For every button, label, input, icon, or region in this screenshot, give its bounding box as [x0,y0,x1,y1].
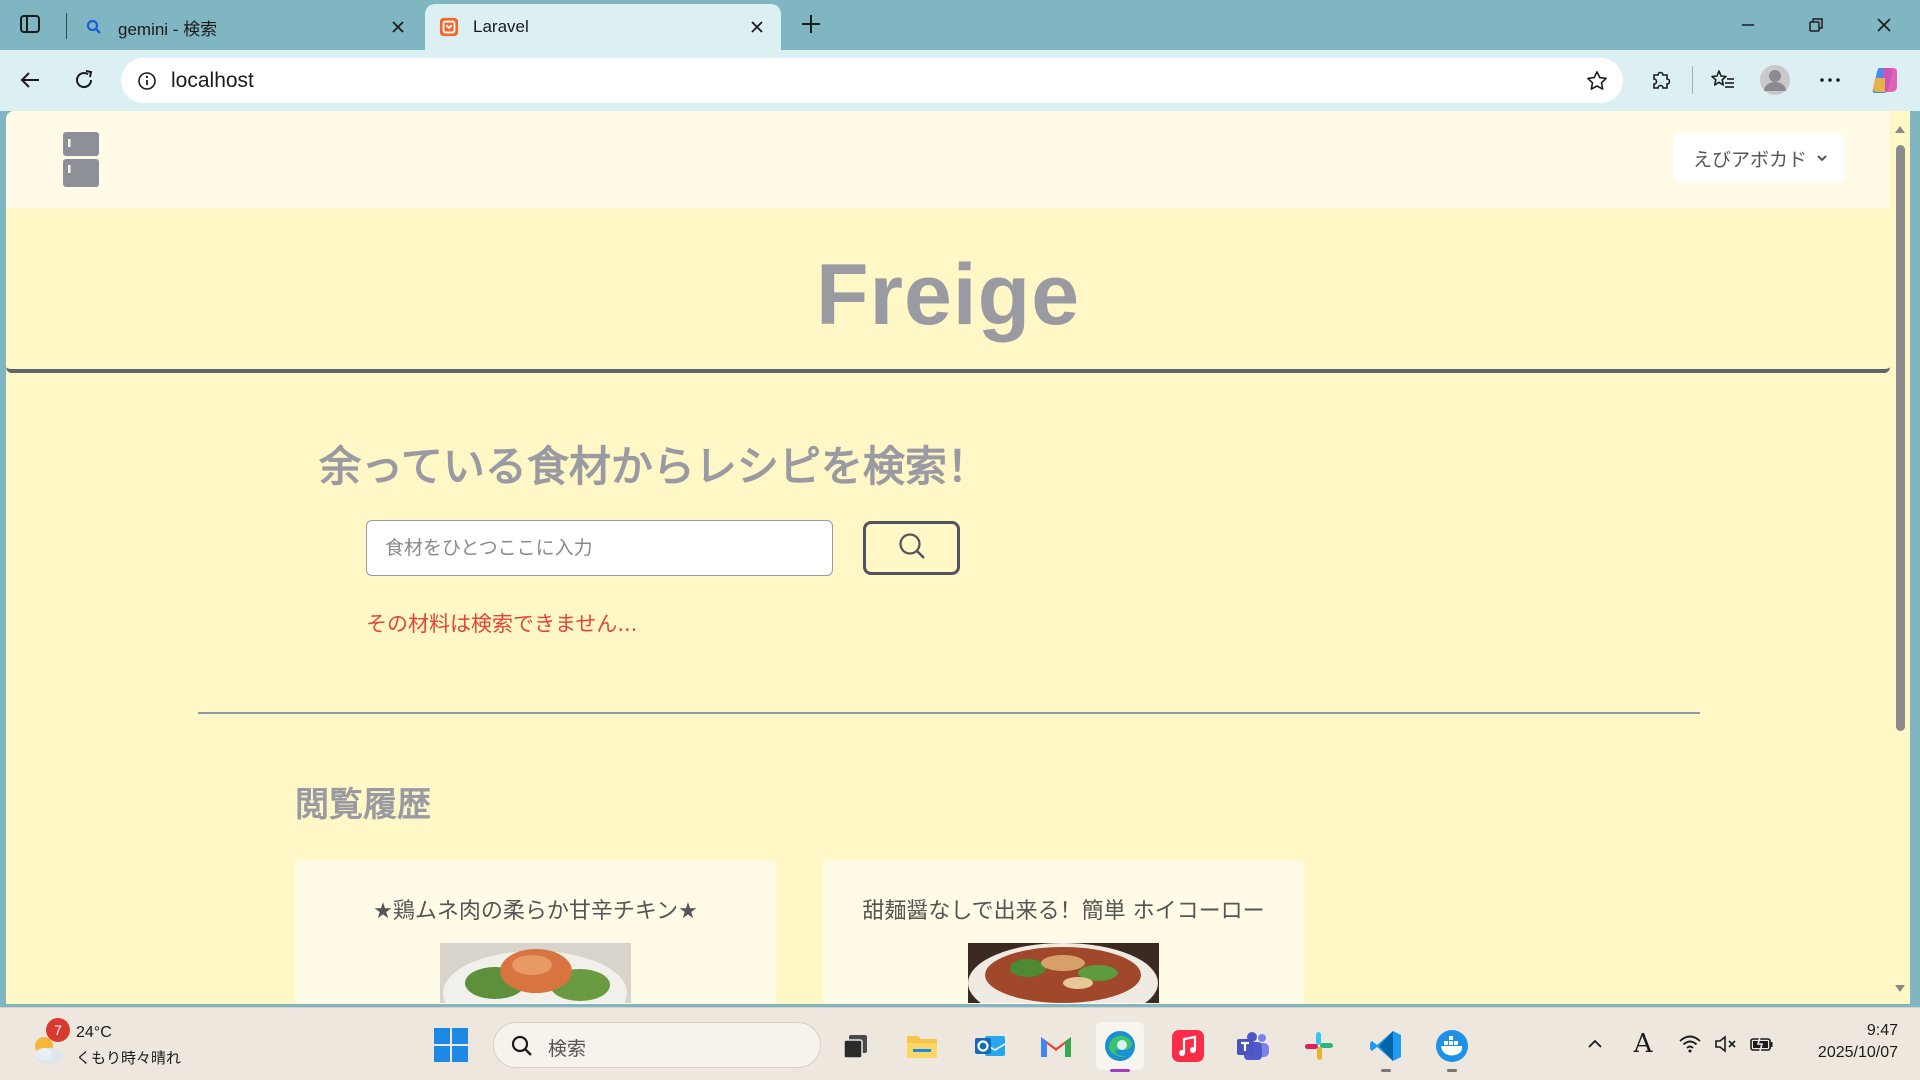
recipe-card[interactable]: 甜麺醤なしで出来る！簡単 ホイコーロー [823,860,1304,1004]
favorite-star-icon[interactable] [1581,65,1613,97]
search-icon [510,1034,534,1062]
close-icon[interactable] [745,15,769,39]
system-clock[interactable]: 9:47 2025/10/07 [1788,1022,1898,1062]
address-bar[interactable]: localhost [121,58,1623,103]
clock-date: 2025/10/07 [1817,1044,1898,1061]
close-icon[interactable] [386,15,410,39]
slack-icon[interactable] [1295,1022,1343,1070]
user-menu-dropdown[interactable]: えびアボカド [1674,133,1844,183]
browser-toolbar: localhost [0,50,1920,111]
tab-strip: gemini - 検索 Laravel [0,0,1920,50]
restore-icon[interactable] [1788,6,1844,44]
laravel-icon [439,17,459,37]
recipe-thumbnail[interactable] [440,943,631,1003]
recipe-thumbnail[interactable] [968,943,1159,1003]
speaker-muted-icon[interactable] [1710,1028,1742,1060]
outlook-icon[interactable] [966,1022,1014,1070]
copilot-icon[interactable] [1867,62,1903,98]
search-icon [896,531,928,566]
new-tab-plus-icon[interactable] [795,8,827,40]
scrollbar-thumb[interactable] [1896,145,1905,731]
battery-icon[interactable] [1746,1028,1778,1060]
active-app-indicator [1110,1069,1130,1072]
weather-widget[interactable]: 7 24°C くもり時々晴れ [26,1018,196,1072]
taskbar-search-label: 検索 [548,1038,587,1060]
more-options-icon[interactable] [1812,62,1848,98]
weather-condition: くもり時々晴れ [76,1049,182,1067]
toolbar-divider [1692,66,1693,94]
close-window-icon[interactable] [1856,6,1912,44]
running-app-indicator [1447,1069,1457,1072]
task-view-icon[interactable] [832,1022,880,1070]
tab-laravel[interactable]: Laravel [425,4,781,50]
page-scrollbar[interactable] [1890,111,1910,1004]
tab-title: gemini - 検索 [118,19,218,39]
user-name: えびアボカド [1693,148,1808,171]
page-viewport: えびアボカド Freige 余っている食材からレシピを検索！ その材料は検索でき… [6,111,1910,1004]
teams-icon[interactable] [1229,1022,1277,1070]
file-explorer-icon[interactable] [898,1022,946,1070]
edge-icon[interactable] [1096,1022,1144,1072]
navbar: えびアボカド [6,111,1890,208]
tab-title: Laravel [473,17,529,36]
chevron-up-icon[interactable] [1579,1028,1611,1060]
taskbar-search-box[interactable]: 検索 [493,1022,821,1068]
tab-separator [66,13,67,39]
recipe-title: 甜麺醤なしで出来る！簡単 ホイコーロー [862,899,1265,924]
ingredient-search-input[interactable] [366,520,833,576]
tab-gemini[interactable]: gemini - 検索 [70,4,422,50]
search-error-message: その材料は検索できません... [366,612,638,636]
weather-temp: 24°C [76,1024,112,1041]
brand-title: Freige [815,247,1081,343]
site-info-icon[interactable] [131,65,163,97]
recipe-title: ★鶏ムネ肉の柔らか甘辛チキン★ [373,899,698,924]
running-app-indicator [1381,1069,1391,1072]
scroll-up-arrow-icon[interactable] [1894,119,1906,138]
scroll-down-arrow-icon[interactable] [1894,979,1906,998]
ime-indicator[interactable]: A [1627,1028,1659,1060]
clock-time: 9:47 [1866,1022,1898,1039]
chevron-down-icon [1815,151,1829,165]
search-heading: 余っている食材からレシピを検索！ [319,442,989,491]
refresh-icon[interactable] [66,62,102,98]
back-arrow-icon[interactable] [12,62,48,98]
section-divider [198,712,1700,714]
minimize-icon[interactable] [1720,6,1776,44]
ime-label: A [1633,1029,1653,1059]
notification-badge: 7 [46,1018,70,1042]
apple-music-icon[interactable] [1164,1022,1212,1070]
sidebar-toggle-icon[interactable] [12,8,48,40]
vscode-icon[interactable] [1362,1022,1410,1072]
extensions-puzzle-icon[interactable] [1643,62,1679,98]
docker-icon[interactable] [1428,1022,1476,1072]
taskbar: 7 24°C くもり時々晴れ 検索 A 9:47 2025/10/07 [0,1007,1920,1080]
history-heading: 閲覧履歴 [295,785,431,825]
wifi-icon[interactable] [1674,1028,1706,1060]
search-icon [84,17,104,37]
profile-avatar-icon[interactable] [1757,62,1793,98]
favorites-list-icon[interactable] [1705,62,1741,98]
fridge-logo-icon[interactable] [63,132,99,187]
recipe-card[interactable]: ★鶏ムネ肉の柔らか甘辛チキン★ [295,860,776,1004]
windows-start-icon[interactable] [432,1026,470,1064]
url-text: localhost [171,69,254,92]
hero-banner: Freige [6,208,1890,373]
search-button[interactable] [863,521,960,575]
gmail-icon[interactable] [1032,1022,1080,1070]
